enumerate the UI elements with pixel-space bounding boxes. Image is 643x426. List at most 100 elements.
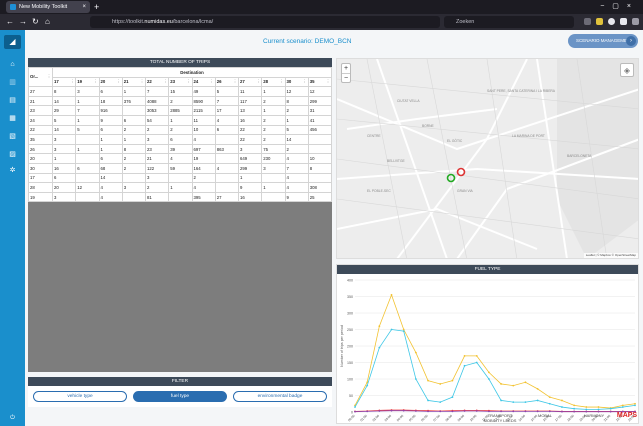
trip-count-cell: 31 <box>307 105 333 116</box>
trip-count-cell: 11 <box>237 86 263 97</box>
trip-count-cell: 4088 <box>144 95 170 107</box>
shield-icon[interactable] <box>620 18 627 25</box>
destination-column-header[interactable]: 28 ⋮ <box>261 76 286 88</box>
scenario-management-button[interactable]: SCENARIO MANAGEMENT › <box>568 34 638 48</box>
new-tab-button[interactable]: + <box>94 1 99 13</box>
destination-column-header[interactable]: 35 ⋮ <box>307 76 333 88</box>
trip-count-cell: 41 <box>307 114 333 126</box>
data-point <box>366 410 369 413</box>
destination-column-header[interactable]: 26 ⋮ <box>214 76 240 88</box>
trip-count-cell: 10 <box>191 124 216 136</box>
trip-count-cell: 15 <box>168 86 193 97</box>
layers-icon[interactable]: ◈ <box>620 63 634 77</box>
trip-count-cell <box>75 134 100 145</box>
chart-nav-icon[interactable]: ▥ <box>7 78 18 87</box>
destination-column-header[interactable]: 20 ⋮ <box>98 76 123 88</box>
back-icon[interactable]: ← <box>6 14 14 30</box>
origin-column-header[interactable]: Or... ⋮ <box>28 66 53 88</box>
data-point <box>597 408 600 411</box>
environmental-badge-button[interactable]: environmental badge <box>233 391 327 402</box>
destination-column-header[interactable]: 30 ⋮ <box>284 76 309 88</box>
url-bar[interactable]: https://toolkit.numidas.eu/barcelona/lcm… <box>90 16 440 28</box>
destination-column-header[interactable]: 17 ⋮ <box>51 76 77 88</box>
trip-count-cell: 14 <box>284 134 309 145</box>
trip-count-cell: 16 <box>237 191 263 203</box>
fuel-type-button[interactable]: fuel type <box>133 391 227 402</box>
destination-column-header[interactable]: 24 ⋮ <box>191 76 216 88</box>
trip-count-cell: 8 <box>121 143 147 155</box>
zoom-out-button[interactable]: − <box>342 74 350 84</box>
data-point <box>524 381 527 384</box>
trip-count-cell: 12 <box>307 86 333 97</box>
trip-count-cell: 39 <box>168 143 193 155</box>
browser-tab[interactable]: New Mobility Toolkit × <box>6 1 90 13</box>
account-icon[interactable] <box>608 18 615 25</box>
filter-panel: FILTER vehicle type fuel type environmen… <box>28 377 332 407</box>
destination-column-header[interactable]: 22 ⋮ <box>144 76 170 88</box>
trip-count-cell: 5 <box>214 86 240 97</box>
trip-count-cell: 3 <box>75 86 100 97</box>
destination-column-header[interactable]: 23 ⋮ <box>168 76 193 88</box>
data-point <box>488 378 490 380</box>
destination-column-header[interactable]: 27 ⋮ <box>237 76 263 88</box>
partner-logo: MOBAL <box>537 413 552 418</box>
y-tick-label: 400 <box>347 278 353 282</box>
current-scenario-label: Current scenario: DEMO_BCN <box>263 38 352 45</box>
data-point <box>414 410 417 412</box>
destination-column-header[interactable]: 19 ⋮ <box>75 76 100 88</box>
zoom-control: + − <box>341 63 351 83</box>
trip-count-cell <box>214 182 240 193</box>
reload-icon[interactable]: ↻ <box>32 14 39 30</box>
trip-count-cell <box>168 172 193 184</box>
trip-count-cell: 9 <box>237 182 263 193</box>
partner-logo: HARMONY <box>583 413 605 418</box>
pocket-icon[interactable] <box>584 18 591 25</box>
vehicle-type-button[interactable]: vehicle type <box>33 391 127 402</box>
logout-icon[interactable]: ⏻ <box>7 414 18 423</box>
search-input[interactable]: Zoeken <box>444 16 574 28</box>
data-point <box>390 409 393 412</box>
stats-nav-icon[interactable]: ▤ <box>7 96 18 105</box>
trip-count-cell: 14 <box>51 124 77 136</box>
data-point <box>402 330 405 333</box>
graph-nav-icon[interactable]: ▧ <box>7 132 18 141</box>
map-label: EL GÒTIC <box>447 139 463 143</box>
home-nav-icon[interactable]: ⌂ <box>7 60 18 69</box>
trip-count-cell: 21 <box>144 153 170 164</box>
trip-count-cell <box>307 172 333 184</box>
app-logo-icon[interactable]: ◢ <box>4 35 21 49</box>
fuel-line-chart: 05010015020025030035040000:00 01:00 02:00 0… <box>340 278 636 423</box>
trips-panel-title: TOTAL NUMBER OF TRIPS <box>28 58 332 67</box>
zoom-in-button[interactable]: + <box>342 64 350 74</box>
trip-count-cell: 1 <box>284 114 309 126</box>
trip-count-cell: 19 <box>191 153 216 164</box>
origin-cell: 20 <box>28 153 53 164</box>
map-view[interactable]: CIUTAT VELLA SANT PERE, SANTA CATERINA I… <box>336 58 639 259</box>
trips-matrix-panel: TOTAL NUMBER OF TRIPS Or... ⋮ Destination… <box>28 58 333 372</box>
trip-count-cell: 22 <box>237 134 263 145</box>
close-tab-icon[interactable]: × <box>82 1 86 13</box>
menu-icon[interactable] <box>632 18 639 25</box>
destination-header: Destination <box>52 67 332 78</box>
trip-count-cell <box>75 172 100 184</box>
destination-column-header[interactable]: 21 ⋮ <box>121 76 147 88</box>
trip-count-cell: 1 <box>75 95 100 107</box>
trip-count-cell: 2115 <box>191 105 216 116</box>
trip-count-cell: 2 <box>261 95 286 107</box>
data-point <box>427 379 429 382</box>
bars-nav-icon[interactable]: ▦ <box>7 114 18 123</box>
data-point <box>378 325 381 328</box>
home-icon[interactable]: ⌂ <box>45 14 50 30</box>
x-tick-label: 09:00 <box>457 414 466 423</box>
window-controls[interactable]: −▢× <box>600 1 639 13</box>
flow-nav-icon[interactable]: ▨ <box>7 150 18 159</box>
data-point <box>390 328 393 331</box>
data-point <box>548 402 551 405</box>
data-point <box>500 383 502 385</box>
trip-count-cell <box>214 172 240 184</box>
forward-icon[interactable]: → <box>19 14 27 30</box>
extension-icon[interactable] <box>596 18 603 25</box>
browser-tab-bar: New Mobility Toolkit × + −▢× <box>0 0 643 14</box>
settings-gear-icon[interactable]: ✲ <box>7 166 18 175</box>
origin-cell: 27 <box>28 86 53 97</box>
